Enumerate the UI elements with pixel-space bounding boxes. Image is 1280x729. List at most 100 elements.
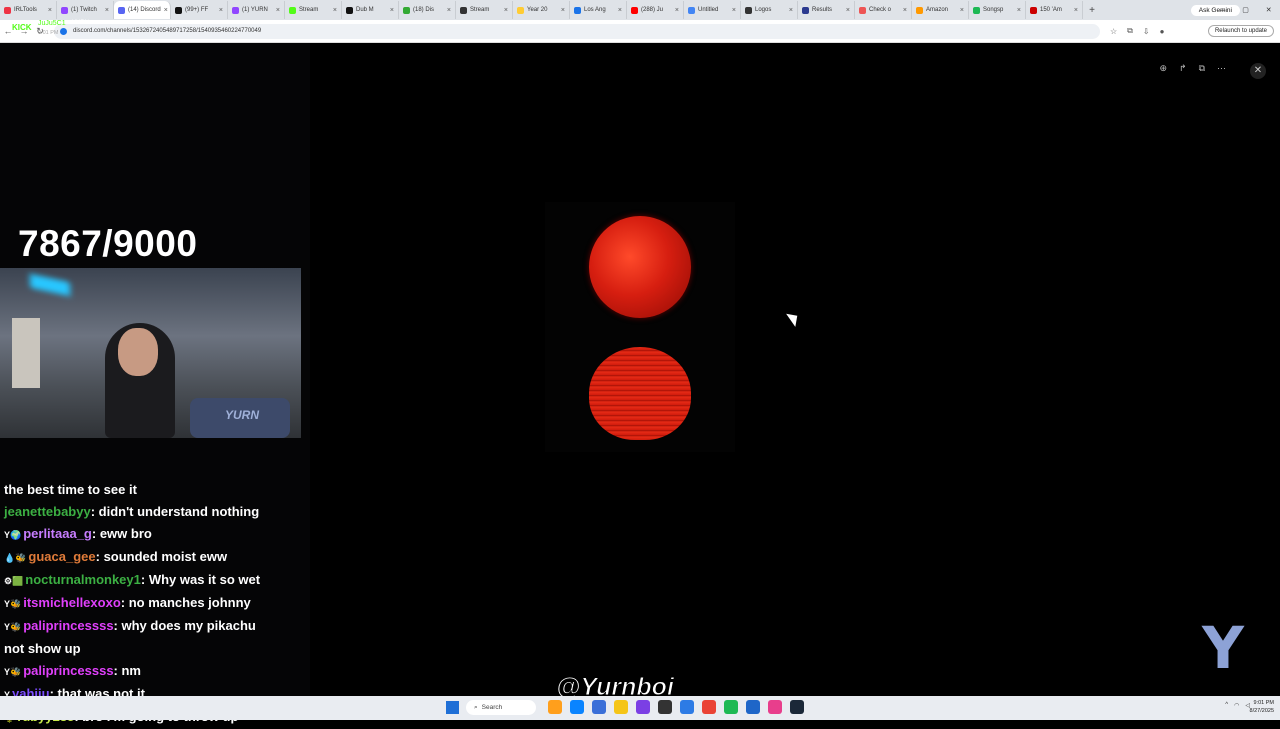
tab-label: Check o (869, 7, 892, 13)
taskbar-search[interactable]: ⌕ Search (466, 700, 536, 715)
store-icon[interactable] (680, 700, 694, 714)
tab-favicon-icon (232, 6, 239, 14)
tab-favicon-icon (61, 6, 68, 14)
browser-tab[interactable]: Results × (798, 1, 855, 19)
extensions-icon[interactable]: ⧉ (1127, 26, 1133, 36)
tab-close-icon[interactable]: × (1017, 7, 1021, 14)
chat-badge-icon: Y🐝 (4, 667, 22, 677)
clock[interactable]: 9:01 PM 8/27/2025 (1250, 699, 1274, 715)
chevron-up-icon[interactable]: ^ (1225, 702, 1228, 709)
bookmark-star-icon[interactable]: ☆ (1110, 27, 1117, 36)
tab-label: (14) Discord (128, 7, 161, 13)
browser-tab[interactable]: Logos × (741, 1, 798, 19)
messenger-icon[interactable] (768, 700, 782, 714)
browser-tab[interactable]: (14) Discord × (114, 1, 171, 19)
tab-favicon-icon (403, 6, 410, 14)
browser-tab[interactable]: 150 'Am × (1026, 1, 1083, 19)
close-icon[interactable]: ✕ (1250, 63, 1266, 79)
browser-tab[interactable]: Check o × (855, 1, 912, 19)
browser-tab[interactable]: (1) YURN × (228, 1, 285, 19)
browser-tab[interactable]: (1) Twitch × (57, 1, 114, 19)
tab-close-icon[interactable]: × (504, 7, 508, 14)
site-info-icon[interactable] (60, 27, 67, 35)
tab-close-icon[interactable]: × (105, 7, 109, 14)
file-explorer-icon[interactable] (548, 700, 562, 714)
chat-message: ⚙🟩 nocturnalmonkey1: Why was it so wet (4, 569, 304, 592)
tab-label: (288) Ju (641, 7, 664, 13)
outlook-icon[interactable] (592, 700, 606, 714)
tab-favicon-icon (745, 6, 752, 14)
tab-close-icon[interactable]: × (960, 7, 964, 14)
zoom-icon[interactable]: ⊕ (1159, 63, 1167, 74)
downloads-icon[interactable]: ⇩ (1143, 27, 1150, 36)
new-tab-icon[interactable]: + (1083, 5, 1101, 16)
chat-badge-icon: Y🐝 (4, 622, 22, 632)
browser-tab[interactable]: (99+) FF × (171, 1, 228, 19)
clock-time: 9:01 PM (1253, 700, 1274, 706)
tab-close-icon[interactable]: × (789, 7, 793, 14)
chat-message: jeanettebabyy: didn't understand nothing (4, 501, 304, 523)
search-label: Search (481, 704, 503, 711)
security-icon[interactable] (746, 700, 760, 714)
tab-close-icon[interactable]: × (903, 7, 907, 14)
chat-text: not show up (4, 641, 81, 656)
profile-icon[interactable]: ● (1160, 27, 1165, 36)
relaunch-button[interactable]: Relaunch to update (1207, 25, 1274, 37)
folder-icon[interactable] (614, 700, 628, 714)
chrome-icon[interactable] (702, 700, 716, 714)
tab-close-icon[interactable]: × (1074, 7, 1078, 14)
obs-icon[interactable] (658, 700, 672, 714)
close-window-icon[interactable]: ✕ (1266, 6, 1272, 14)
tab-close-icon[interactable]: × (390, 7, 394, 14)
tab-close-icon[interactable]: × (561, 7, 565, 14)
chat-username: paliprincessss (23, 663, 114, 678)
tab-close-icon[interactable]: × (447, 7, 451, 14)
browser-tab[interactable]: (18) Dis × (399, 1, 456, 19)
spotify-icon[interactable] (724, 700, 738, 714)
browser-tab[interactable]: Los Ang × (570, 1, 627, 19)
browser-tab[interactable]: Year 20 × (513, 1, 570, 19)
tab-label: Stream (470, 7, 490, 13)
chat-overlay: the best time to see it jeanettebabyy: di… (4, 479, 304, 729)
tab-label: (1) Twitch (71, 7, 97, 13)
browser-tab[interactable]: Untitled × (684, 1, 741, 19)
chat-text: : nm (113, 663, 141, 678)
browser-tab[interactable]: Songsp × (969, 1, 1026, 19)
viewer-toolbar: ⊕ ↱ ⧉ ⋯ (1159, 63, 1226, 74)
steam-icon[interactable] (790, 700, 804, 714)
tab-label: 150 'Am (1040, 7, 1062, 13)
edge-icon[interactable] (570, 700, 584, 714)
open-external-icon[interactable]: ⧉ (1199, 63, 1205, 74)
browser-tab[interactable]: Stream × (285, 1, 342, 19)
tab-close-icon[interactable]: × (276, 7, 280, 14)
browser-tab[interactable]: IRLTools × (0, 1, 57, 19)
tab-close-icon[interactable]: × (164, 7, 168, 14)
tab-close-icon[interactable]: × (675, 7, 679, 14)
tab-close-icon[interactable]: × (333, 7, 337, 14)
windows-start-icon[interactable] (446, 701, 459, 714)
browser-tab[interactable]: (288) Ju × (627, 1, 684, 19)
tab-close-icon[interactable]: × (219, 7, 223, 14)
url-field[interactable]: discord.com/channels/1532672405489717258… (54, 23, 1100, 39)
tab-close-icon[interactable]: × (618, 7, 622, 14)
url-text: discord.com/channels/1532672405489717258… (73, 28, 262, 34)
minimize-icon[interactable]: — (1218, 7, 1225, 14)
more-icon[interactable]: ⋯ (1217, 63, 1226, 74)
browser-tab[interactable]: Dub M × (342, 1, 399, 19)
tab-close-icon[interactable]: × (846, 7, 850, 14)
tab-label: Year 20 (527, 7, 548, 13)
maximize-icon[interactable]: ▢ (1242, 6, 1249, 14)
wifi-icon[interactable]: ◠ (1234, 702, 1239, 709)
forward-icon[interactable]: ↱ (1179, 63, 1187, 74)
yurn-tag: YURN (72, 20, 90, 26)
app-icon[interactable] (636, 700, 650, 714)
tab-close-icon[interactable]: × (48, 7, 52, 14)
tab-favicon-icon (1030, 6, 1037, 14)
tab-close-icon[interactable]: × (732, 7, 736, 14)
tab-label: (99+) FF (185, 7, 209, 13)
chat-text: : sounded moist eww (95, 549, 228, 564)
browser-tab[interactable]: Stream × (456, 1, 513, 19)
tab-favicon-icon (4, 6, 11, 14)
chat-username: jeanettebabyy (4, 504, 91, 519)
browser-tab[interactable]: Amazon × (912, 1, 969, 19)
